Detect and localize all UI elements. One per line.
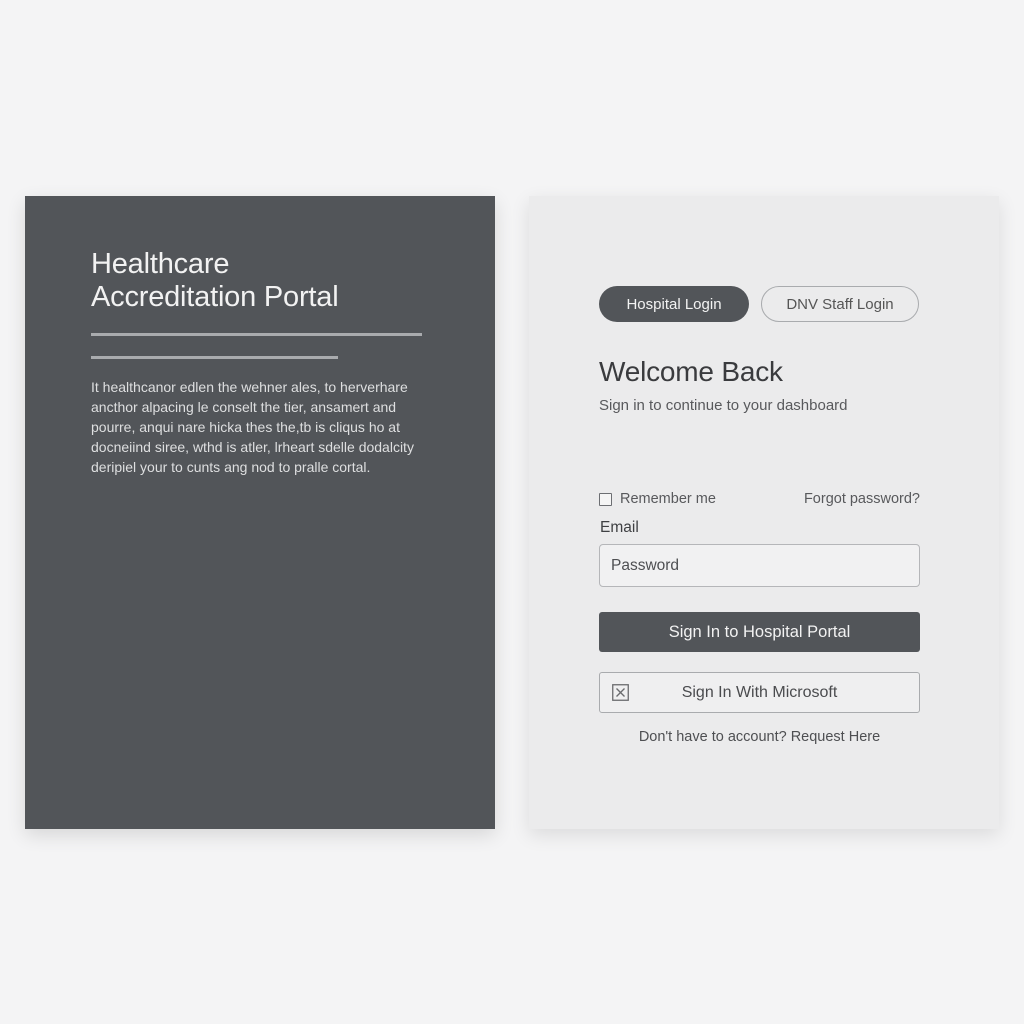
sign-in-hospital-button[interactable]: Sign In to Hospital Portal [599, 612, 920, 652]
remember-me-checkbox[interactable] [599, 492, 612, 506]
title-divider-long [91, 333, 422, 336]
description-line: deripiel your to cunts ang nod to pralle… [91, 459, 371, 475]
description-line: ancthor alpacing le conselt the tier, an… [91, 399, 397, 415]
welcome-subtitle: Sign in to continue to your dashboard [599, 397, 848, 414]
title-divider-short [91, 356, 338, 359]
sign-in-microsoft-label: Sign In With Microsoft [681, 683, 838, 701]
request-account-link[interactable]: Don't have to account? Request Here [599, 729, 920, 745]
portal-title-line-1: Healthcare [91, 248, 230, 280]
email-label: Email [600, 519, 639, 536]
tab-hospital-login[interactable]: Hospital Login [599, 286, 749, 322]
login-panel: Hospital Login DNV Staff Login Welcome B… [529, 196, 999, 829]
brand-panel: Healthcare Accreditation Portal It healt… [25, 196, 495, 829]
remember-me-label: Remember me [620, 491, 716, 507]
description-line: It healthcanor edlen the wehner ales, to… [91, 379, 408, 395]
forgot-password-link[interactable]: Forgot password? [804, 491, 920, 507]
tab-dnv-staff-login[interactable]: DNV Staff Login [761, 286, 919, 322]
portal-description: It healthcanor edlen the wehner ales, to… [91, 377, 441, 477]
description-line: docneiind siree, wthd is atler, lrheart … [91, 439, 414, 455]
password-input[interactable] [599, 544, 920, 587]
remember-me[interactable]: Remember me [599, 491, 716, 507]
welcome-heading: Welcome Back [599, 356, 783, 387]
portal-title-line-2: Accreditation Portal [91, 281, 339, 313]
sign-in-microsoft-button[interactable]: Sign In With Microsoft [599, 672, 920, 713]
microsoft-box-icon [612, 684, 629, 701]
portal-title: Healthcare Accreditation Portal [91, 248, 431, 314]
description-line: pourre, anqui nare hicka thes the,tb is … [91, 419, 400, 435]
